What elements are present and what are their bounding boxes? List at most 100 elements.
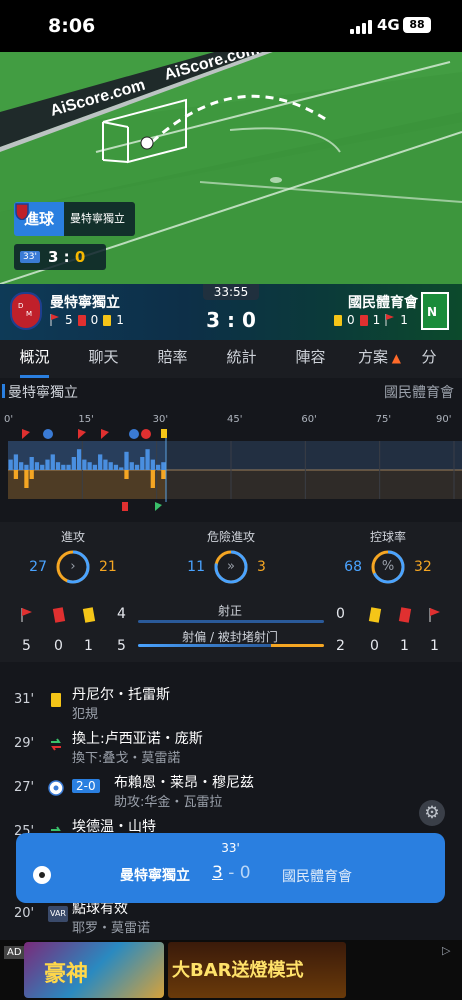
home-discipline-icons bbox=[21, 607, 96, 623]
possession-ring: % bbox=[370, 549, 406, 585]
home-reds: 0 bbox=[90, 313, 99, 327]
home-pressure-bar bbox=[45, 459, 50, 470]
away-yellows-count: 0 bbox=[370, 638, 379, 654]
stat-dangerous: 危險進攻 11 » 3 bbox=[161, 528, 301, 585]
mini-score: 3 : 0 bbox=[48, 248, 85, 266]
away-crest-icon[interactable]: N bbox=[421, 292, 449, 330]
home-pressure-bar bbox=[161, 462, 166, 470]
ad-text-1: 豪神 bbox=[44, 962, 89, 987]
match-animation[interactable]: AiScore.com AiScore.com 進球 曼特寧獨立 33' 3 :… bbox=[0, 52, 462, 284]
shots-on-away: 0 bbox=[336, 606, 345, 622]
stat-attacks-label: 進攻 bbox=[60, 530, 85, 544]
notification-score: 3 - 0 bbox=[212, 863, 251, 883]
stat-possession-away: 32 bbox=[414, 559, 432, 575]
momentum-chart bbox=[8, 429, 462, 511]
percent-icon: % bbox=[381, 559, 395, 574]
tab-chat[interactable]: 聊天 bbox=[69, 340, 138, 378]
momentum-timeline[interactable]: 0' 15' 30' 45' 60' 75' 90' bbox=[0, 410, 462, 520]
corner-flag-icon bbox=[101, 429, 109, 439]
home-pressure-bar bbox=[155, 464, 161, 470]
yellow-card-icon bbox=[82, 607, 96, 623]
stat-attacks: 進攻 27 › 21 bbox=[3, 528, 143, 585]
home-corners: 5 bbox=[65, 313, 73, 327]
tab-stats[interactable]: 統計 bbox=[207, 340, 276, 378]
away-pressure-bar bbox=[13, 470, 19, 479]
home-pressure-bar bbox=[8, 459, 13, 470]
goal-notification[interactable]: 33' 曼特寧獨立 3 - 0 國民體育會 bbox=[16, 833, 445, 903]
corner-flag-icon bbox=[22, 429, 30, 439]
stats-panel: 進攻 27 › 21 危險進攻 11 » 3 控球率 68 % 32 4 射正 bbox=[0, 522, 462, 662]
goal-icon bbox=[43, 429, 53, 439]
ad-close-icon[interactable]: ▷ bbox=[442, 944, 450, 957]
tab-bar: 概況 聊天 賠率 統計 陣容 方案 ▲ 分 bbox=[0, 340, 462, 378]
event-row[interactable]: 29' 換上:卢西亚诺・庞斯 換下:叠戈・莫雷諾 bbox=[0, 726, 462, 770]
network-type: 4G bbox=[377, 16, 400, 34]
corner-flag-icon bbox=[50, 314, 59, 326]
red-card-icon bbox=[52, 607, 66, 623]
ad-tag: AD bbox=[4, 946, 25, 959]
dangerous-ring: » bbox=[213, 549, 249, 585]
away-discipline-icons bbox=[368, 607, 440, 623]
status-bar: 8:06 4G 88 bbox=[0, 0, 462, 52]
corner-flag-icon bbox=[430, 608, 440, 616]
event-detail: 耶罗・莫雷诺 bbox=[72, 921, 151, 936]
event-row[interactable]: 27' 2-0 布賴恩・莱昂・穆尼兹 助攻:华金・瓦雷拉 bbox=[0, 770, 462, 814]
event-detail: 換下:叠戈・莫雷諾 bbox=[72, 751, 181, 766]
notification-away-score: 0 bbox=[239, 863, 251, 883]
goal-team: 曼特寧獨立 bbox=[15, 202, 136, 236]
home-reds-count: 0 bbox=[54, 638, 63, 654]
tab-overview[interactable]: 概況 bbox=[0, 340, 69, 378]
tab-lineup[interactable]: 陣容 bbox=[276, 340, 345, 378]
ad-image-1[interactable]: 豪神 bbox=[24, 942, 164, 998]
goal-icon bbox=[48, 780, 64, 796]
away-team-name[interactable]: 國民體育會 bbox=[348, 292, 418, 312]
yellow-card-icon bbox=[334, 314, 342, 326]
event-minute: 27' bbox=[14, 780, 35, 795]
match-header: DM 曼特寧獨立 5 0 1 33:55 3 : 0 國民體育會 0 1 1 N bbox=[0, 284, 462, 340]
home-crest-icon bbox=[15, 203, 29, 220]
notification-sep: - bbox=[228, 863, 235, 883]
home-pressure-bar bbox=[24, 464, 29, 470]
home-pressure-bar bbox=[71, 457, 76, 470]
notification-minute: 33' bbox=[221, 841, 240, 855]
shots-on-bar bbox=[138, 620, 324, 623]
shots-off-bar bbox=[138, 644, 324, 647]
goal-banner: 進球 曼特寧獨立 bbox=[14, 202, 136, 236]
event-player: 丹尼尔・托雷斯 bbox=[72, 687, 170, 703]
home-pressure-bar bbox=[76, 449, 82, 470]
yellow-card-icon bbox=[103, 314, 112, 326]
yellow-card-icon bbox=[368, 607, 382, 623]
home-pressure-bar bbox=[82, 459, 87, 470]
soccer-ball-icon bbox=[33, 866, 51, 884]
tab-odds[interactable]: 賠率 bbox=[138, 340, 207, 378]
double-chevron-icon: » bbox=[227, 559, 235, 574]
home-crest-icon[interactable]: DM bbox=[10, 292, 42, 330]
shots-off-away: 2 bbox=[336, 638, 345, 654]
timeline-header: 曼特寧獨立 國民體育會 bbox=[0, 382, 462, 406]
home-team-name[interactable]: 曼特寧獨立 bbox=[50, 292, 120, 312]
home-pressure-bar bbox=[119, 467, 124, 470]
tab-plans-label: 方案 bbox=[357, 348, 388, 366]
event-detail: 犯規 bbox=[72, 707, 99, 722]
timeline-home-label: 曼特寧獨立 bbox=[2, 382, 78, 402]
tab-more[interactable]: 分 bbox=[414, 340, 444, 378]
settings-gear-icon[interactable]: ⚙ bbox=[419, 800, 445, 826]
home-pressure-bar bbox=[66, 464, 71, 470]
svg-text:M: M bbox=[26, 310, 32, 318]
svg-text:D: D bbox=[18, 302, 23, 310]
away-pressure-bar bbox=[29, 470, 34, 479]
stat-dangerous-label: 危險進攻 bbox=[206, 530, 255, 544]
away-pressure-bar bbox=[161, 470, 166, 479]
ad-text-2: 大BAR送燈模式 bbox=[172, 960, 304, 981]
ad-banner[interactable]: AD 豪神 大BAR送燈模式 ▷ bbox=[0, 940, 462, 1000]
yellow-card-icon bbox=[51, 693, 61, 707]
chevron-right-icon: › bbox=[70, 559, 76, 574]
tab-plans[interactable]: 方案 ▲ bbox=[345, 340, 414, 378]
ad-image-2[interactable]: 大BAR送燈模式 bbox=[168, 942, 346, 998]
home-pressure-bar bbox=[40, 464, 45, 470]
event-row[interactable]: 31' 丹尼尔・托雷斯 犯規 bbox=[0, 682, 462, 726]
stat-attacks-away: 21 bbox=[99, 559, 117, 575]
home-card-summary: 5 0 1 bbox=[50, 313, 124, 327]
corner-flag-icon bbox=[78, 429, 86, 439]
goal-icon bbox=[129, 429, 139, 439]
